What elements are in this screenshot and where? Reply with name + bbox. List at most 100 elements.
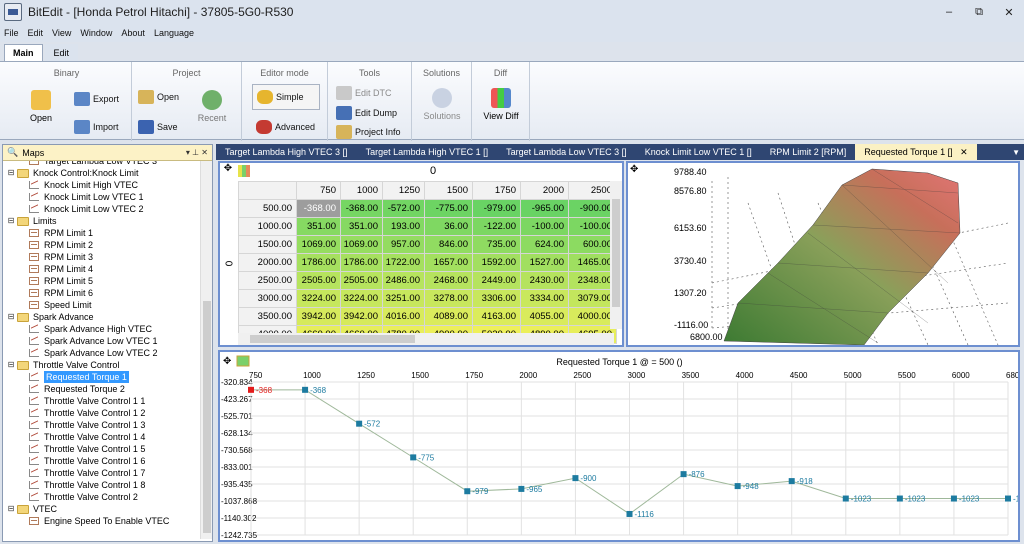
table-cell[interactable]: 3942.00 (340, 307, 383, 326)
menu-view[interactable]: View (52, 28, 71, 38)
table-cell[interactable]: 4163.00 (472, 307, 521, 326)
tree-node[interactable]: Knock Limit Low VTEC 2 (29, 203, 144, 215)
table-cell[interactable]: -979.00 (472, 199, 521, 218)
tree-node[interactable]: Knock Limit Low VTEC 1 (29, 191, 144, 203)
tree-node[interactable]: Throttle Valve Control 1 5 (29, 443, 145, 455)
scrollbar-thumb[interactable] (612, 199, 620, 307)
chart-type-icon[interactable] (236, 355, 250, 367)
table-cell[interactable]: 3224.00 (340, 289, 383, 308)
row-header[interactable]: 2000.00 (238, 253, 297, 272)
edit-dtc-button[interactable]: Edit DTC (336, 86, 392, 100)
row-header[interactable]: 500.00 (238, 199, 297, 218)
tree-node[interactable]: Throttle Valve Control 1 1 (29, 395, 145, 407)
table-cell[interactable]: 3942.00 (296, 307, 341, 326)
table-cell[interactable]: -965.00 (520, 199, 569, 218)
data-point[interactable] (302, 386, 309, 393)
menu-language[interactable]: Language (154, 28, 194, 38)
save-button[interactable]: Save (138, 120, 178, 134)
row-header[interactable]: 2500.00 (238, 271, 297, 290)
table-cell[interactable]: 3334.00 (520, 289, 569, 308)
table-cell[interactable]: -368.00 (340, 199, 383, 218)
doc-tab[interactable]: Target Lambda High VTEC 1 [] (357, 144, 498, 160)
export-button[interactable]: Export (74, 92, 119, 106)
doc-tab-active[interactable]: Requested Torque 1 [] ✕ (855, 144, 977, 160)
tab-list-icon[interactable]: ▼ (1012, 148, 1020, 157)
tree-node[interactable]: Knock Limit High VTEC (29, 179, 138, 191)
tree-node[interactable]: Throttle Valve Control 2 (29, 491, 138, 503)
table-cell[interactable]: 2505.00 (340, 271, 383, 290)
data-point[interactable] (788, 478, 795, 485)
move-icon[interactable]: ✥ (223, 356, 231, 367)
table-cell[interactable]: 957.00 (382, 235, 425, 254)
table-cell[interactable]: 1657.00 (424, 253, 473, 272)
data-point[interactable] (950, 495, 957, 502)
table-cell[interactable]: 36.00 (424, 217, 473, 236)
tree-node[interactable]: RPM Limit 1 (29, 227, 93, 239)
data-point[interactable] (464, 488, 471, 495)
close-tab-icon[interactable]: ✕ (960, 147, 968, 157)
table-cell[interactable]: 3251.00 (382, 289, 425, 308)
table-vscroll[interactable] (610, 181, 622, 329)
column-header[interactable]: 750 (296, 181, 341, 200)
menu-edit[interactable]: Edit (28, 28, 44, 38)
data-point[interactable] (410, 454, 417, 461)
data-point[interactable] (248, 386, 254, 393)
data-point[interactable] (680, 471, 687, 478)
menu-about[interactable]: About (121, 28, 145, 38)
table-cell[interactable]: 4016.00 (382, 307, 425, 326)
table-cell[interactable]: -100.00 (520, 217, 569, 236)
tree-node[interactable]: ⊟ Spark Advance (7, 311, 94, 323)
tree-node[interactable]: Throttle Valve Control 1 4 (29, 431, 145, 443)
data-point[interactable] (572, 475, 579, 482)
table-cell[interactable]: 2486.00 (382, 271, 425, 290)
table-cell[interactable]: 193.00 (382, 217, 425, 236)
tree-node[interactable]: RPM Limit 6 (29, 287, 93, 299)
row-header[interactable]: 1000.00 (238, 217, 297, 236)
project-info-button[interactable]: Project Info (336, 125, 401, 139)
table-cell[interactable]: 1592.00 (472, 253, 521, 272)
table-cell[interactable]: -122.00 (472, 217, 521, 236)
tree-node[interactable]: Spark Advance Low VTEC 1 (29, 335, 158, 347)
doc-tab[interactable]: Knock Limit Low VTEC 1 [] (636, 144, 761, 160)
table-cell[interactable]: 3278.00 (424, 289, 473, 308)
tree-node[interactable]: RPM Limit 3 (29, 251, 93, 263)
tree-node[interactable]: ⊟ VTEC (7, 503, 57, 515)
tree-node[interactable]: Spark Advance High VTEC (29, 323, 152, 335)
table-cell[interactable]: 2505.00 (296, 271, 341, 290)
menu-file[interactable]: File (4, 28, 19, 38)
row-header[interactable]: 3500.00 (238, 307, 297, 326)
edit-dump-button[interactable]: Edit Dump (336, 106, 397, 120)
tree-node[interactable]: Speed Limit (29, 299, 92, 311)
table-cell[interactable]: 846.00 (424, 235, 473, 254)
table-cell[interactable]: 4089.00 (424, 307, 473, 326)
restore-button[interactable]: ⧉ (964, 0, 994, 24)
move-icon[interactable]: ✥ (220, 163, 236, 179)
collapse-icon[interactable]: ⊟ (7, 503, 15, 515)
tree-node[interactable]: ⊟ Throttle Valve Control (7, 359, 120, 371)
surface-3d-chart[interactable]: 9788.40 8576.80 6153.60 3730.40 1307.20 … (628, 163, 1018, 345)
data-point[interactable] (1005, 495, 1011, 502)
data-point[interactable] (356, 420, 363, 427)
grid-view-icon[interactable] (238, 165, 250, 177)
table-cell[interactable]: 1069.00 (340, 235, 383, 254)
menu-window[interactable]: Window (80, 28, 112, 38)
doc-tab[interactable]: Target Lambda High VTEC 3 [] (216, 144, 357, 160)
table-cell[interactable]: -368.00 (296, 199, 341, 218)
tree-node[interactable]: Throttle Valve Control 1 2 (29, 407, 145, 419)
surface-3d-pane[interactable]: 9788.40 8576.80 6153.60 3730.40 1307.20 … (626, 161, 1020, 347)
tab-edit[interactable]: Edit (44, 44, 79, 62)
import-button[interactable]: Import (74, 120, 119, 134)
tree-node[interactable]: Spark Advance Low VTEC 2 (29, 347, 158, 359)
column-header[interactable]: 1500 (424, 181, 473, 200)
table-cell[interactable]: 1069.00 (296, 235, 341, 254)
open-button[interactable]: Open (26, 90, 56, 123)
table-cell[interactable]: 2468.00 (424, 271, 473, 290)
scrollbar-thumb[interactable] (250, 335, 415, 343)
table-cell[interactable]: 735.00 (472, 235, 521, 254)
table-cell[interactable]: 351.00 (340, 217, 383, 236)
view-diff-button[interactable]: View Diff (476, 88, 526, 121)
tree-node[interactable]: ⊟ Limits (7, 215, 57, 227)
collapse-icon[interactable]: ⊟ (7, 311, 15, 323)
tree-node[interactable]: Engine Speed To Enable VTEC (29, 515, 169, 527)
collapse-icon[interactable]: ⊟ (7, 167, 15, 179)
